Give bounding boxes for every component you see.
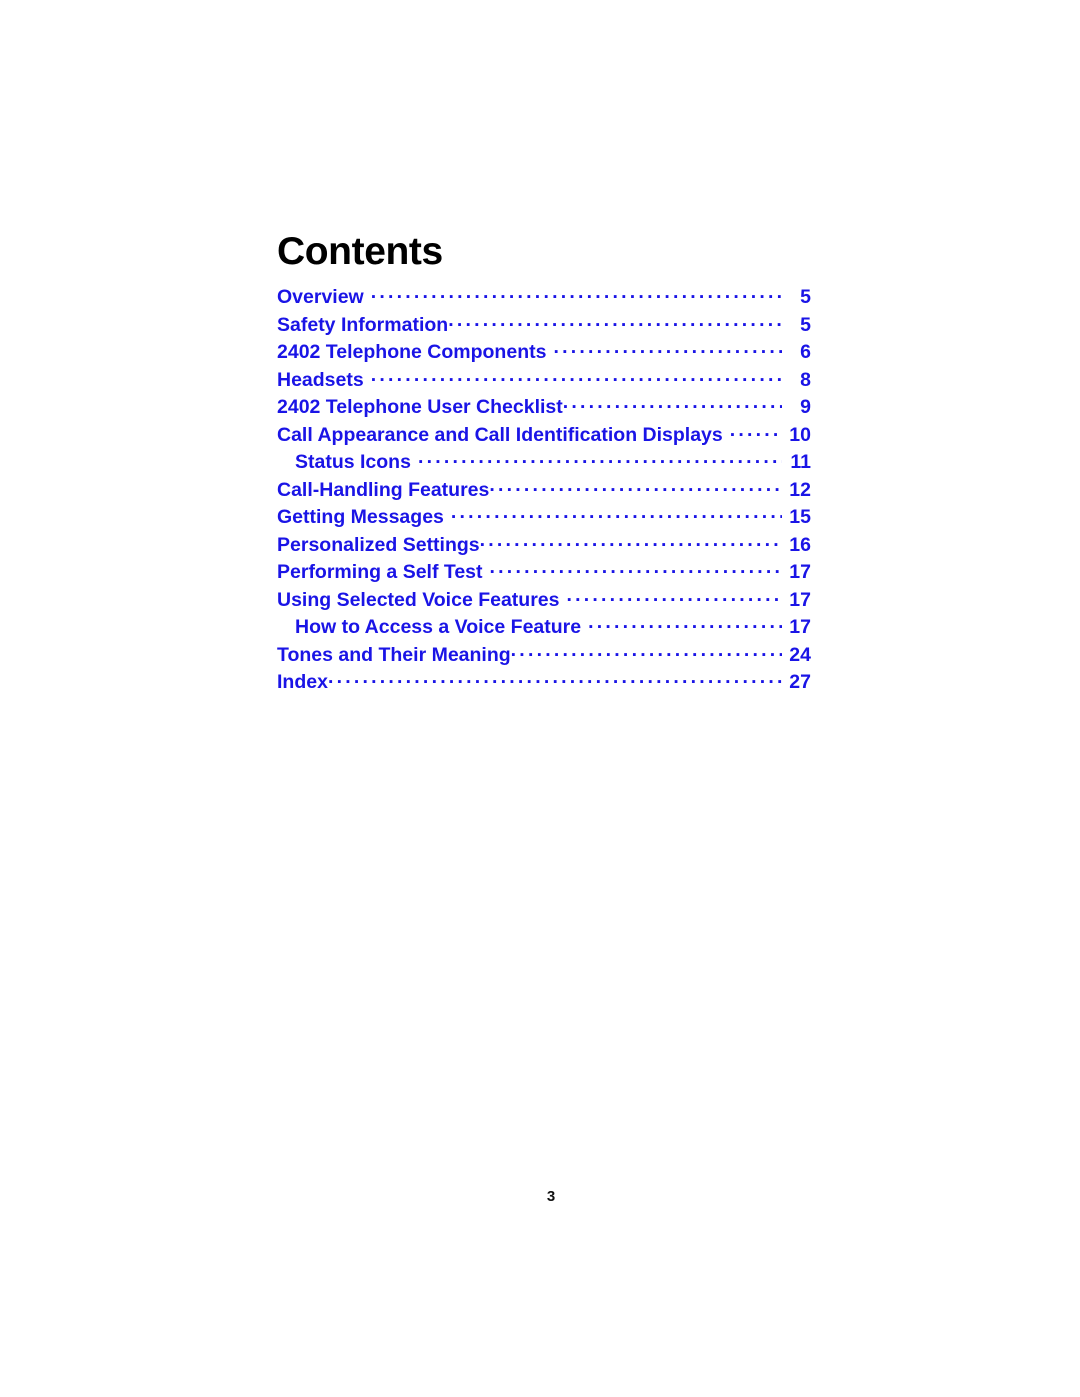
toc-entry-label: Getting Messages: [277, 506, 444, 528]
toc-entry-page-number: 5: [800, 313, 811, 336]
page-title: Contents: [277, 230, 443, 274]
toc-dot-leader: [328, 669, 782, 688]
toc-entry[interactable]: 2402 Telephone User Checklist 9: [277, 394, 811, 422]
toc-entry[interactable]: Getting Messages 15: [277, 504, 811, 532]
toc-entry-label: Status Icons: [295, 451, 411, 473]
toc-dot-leader: [371, 367, 782, 386]
toc-entry-page-number: 16: [789, 533, 811, 556]
toc-entry[interactable]: Call-Handling Features 12: [277, 477, 811, 505]
toc-entry[interactable]: Headsets 8: [277, 367, 811, 395]
toc-entry-page-number: 5: [800, 286, 811, 308]
toc-entry-label: Safety Information: [277, 313, 449, 336]
toc-entry[interactable]: 2402 Telephone Components 6: [277, 339, 811, 367]
toc-entry-page-number: 8: [800, 368, 811, 391]
toc-dot-leader: [451, 504, 782, 523]
toc-entry[interactable]: How to Access a Voice Feature 17: [277, 614, 811, 642]
toc-entry[interactable]: Safety Information 5: [277, 312, 811, 340]
toc-dot-leader: [371, 284, 782, 303]
toc-entry[interactable]: Status Icons 11: [277, 449, 811, 477]
toc-entry-label: 2402 Telephone User Checklist: [277, 396, 563, 418]
toc-dot-leader: [480, 532, 782, 551]
toc-entry-page-number: 9: [800, 396, 811, 418]
toc-entry-label: Overview: [277, 286, 364, 308]
toc-entry-label: Headsets: [277, 368, 364, 391]
toc-dot-leader: [730, 422, 782, 441]
toc-entry-page-number: 6: [800, 341, 811, 363]
toc-entry[interactable]: Using Selected Voice Features 17: [277, 587, 811, 615]
toc-entry-page-number: 17: [789, 588, 811, 611]
toc-dot-leader: [489, 477, 782, 496]
toc-entry-label: Call Appearance and Call Identification …: [277, 423, 723, 446]
toc-entry-label: Personalized Settings: [277, 533, 480, 556]
toc-entry-label: How to Access a Voice Feature: [295, 616, 582, 638]
toc-entry[interactable]: Personalized Settings 16: [277, 532, 811, 560]
toc-entry-page-number: 27: [789, 671, 811, 693]
toc-dot-leader: [588, 614, 782, 633]
page-number-folio: 3: [546, 1188, 556, 1205]
toc-entry[interactable]: Performing a Self Test 17: [277, 559, 811, 587]
toc-entry-page-number: 15: [789, 506, 811, 528]
toc-entry-page-number: 17: [789, 561, 811, 583]
toc-entry-label: Index: [277, 671, 328, 693]
toc-dot-leader: [563, 394, 782, 413]
toc-entry[interactable]: Index 27: [277, 669, 811, 697]
toc-dot-leader: [418, 449, 782, 468]
toc-entry[interactable]: Overview 5: [277, 284, 811, 312]
toc-entry-label: Tones and Their Meaning: [277, 643, 511, 666]
toc-entry-page-number: 10: [789, 423, 811, 446]
document-page: Contents Overview 5 Safety Information 5 240…: [0, 0, 1080, 1397]
toc-entry-page-number: 17: [789, 616, 811, 638]
toc-dot-leader: [553, 339, 782, 358]
toc-dot-leader: [490, 559, 782, 578]
toc-entry-page-number: 24: [789, 643, 811, 666]
toc-entry-page-number: 11: [790, 451, 811, 473]
toc-dot-leader: [567, 587, 783, 606]
toc-entry-label: 2402 Telephone Components: [277, 341, 547, 363]
toc-entry-page-number: 12: [789, 478, 811, 501]
toc-dot-leader: [511, 642, 782, 661]
toc-entry-label: Performing a Self Test: [277, 561, 483, 583]
table-of-contents: Overview 5 Safety Information 5 2402 Telepho…: [277, 284, 811, 697]
toc-entry[interactable]: Tones and Their Meaning 24: [277, 642, 811, 670]
toc-entry[interactable]: Call Appearance and Call Identification …: [277, 422, 811, 450]
toc-dot-leader: [448, 312, 782, 331]
toc-entry-label: Using Selected Voice Features: [277, 588, 560, 611]
toc-entry-label: Call-Handling Features: [277, 478, 490, 501]
